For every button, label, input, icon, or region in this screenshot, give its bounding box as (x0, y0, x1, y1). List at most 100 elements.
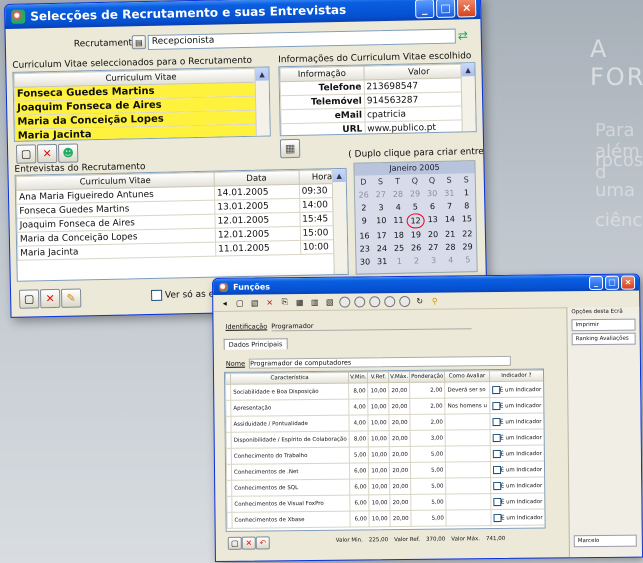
vertical-scrollbar[interactable]: ▲ (331, 168, 348, 275)
calendar-day[interactable]: 27 (425, 241, 442, 254)
characteristics-grid[interactable]: Característica V.Min. V.Ref. V.Máx. Pond… (223, 368, 546, 532)
edit-icon[interactable]: ✎ (60, 288, 82, 308)
maximize-button[interactable]: □ (604, 275, 620, 290)
calendar-day[interactable]: 18 (390, 229, 407, 242)
indicator-checkbox[interactable] (492, 433, 501, 442)
calendar-day[interactable]: 2 (408, 254, 425, 267)
calendar-day[interactable]: 16 (356, 229, 373, 242)
delete-icon[interactable]: ✕ (241, 536, 256, 550)
delete-icon[interactable]: ✕ (36, 143, 58, 164)
vertical-scrollbar[interactable]: ▲ (460, 63, 476, 132)
indicator-checkbox[interactable] (492, 417, 501, 426)
calendar-day[interactable]: 6 (424, 200, 441, 213)
recruitment-field[interactable]: Recepcionista (147, 28, 456, 50)
user-button[interactable]: Marcelo (573, 534, 637, 548)
calendar-day[interactable]: 19 (407, 228, 424, 241)
indicator-checkbox[interactable] (491, 401, 500, 410)
calendar-day[interactable]: 4 (442, 254, 459, 267)
vertical-scrollbar[interactable]: ▲ (254, 67, 270, 136)
calendar-day[interactable]: 30 (423, 187, 440, 200)
table-row[interactable]: URL www.publico.pt (281, 119, 476, 137)
column-header[interactable]: Indicador ? (489, 370, 544, 382)
indicator-checkbox[interactable] (492, 449, 501, 458)
indicator-checkbox[interactable] (491, 385, 500, 394)
calendar[interactable]: Janeiro 2005 DSTQQSS 26 27 28 29 30 31 1 2 3 4 5 6 7… (353, 160, 478, 275)
calendar-day[interactable]: 11 (390, 214, 407, 227)
calendar-day[interactable]: 24 (373, 242, 390, 255)
calendar-day[interactable]: 12 (406, 213, 425, 229)
calendar-day[interactable]: 10 (373, 214, 390, 227)
calendar-day[interactable]: 21 (441, 228, 458, 241)
scroll-up-icon[interactable]: ▲ (332, 168, 346, 183)
indicator-checkbox[interactable] (492, 497, 501, 506)
calendar-day[interactable]: 8 (458, 199, 475, 212)
calendar-day[interactable]: 7 (441, 200, 458, 213)
previous-record-icon[interactable] (354, 295, 366, 308)
calendar-day[interactable]: 1 (458, 186, 475, 199)
interviews-grid[interactable]: Curriculum Vitae Data Hora Ana Maria Fig… (14, 167, 349, 282)
refresh-icon[interactable]: ⇄ (458, 28, 468, 42)
calendar-day[interactable]: 17 (373, 229, 390, 242)
close-button[interactable]: × (620, 275, 636, 290)
search-icon[interactable]: ⚲ (429, 295, 440, 306)
tab-dados-principais[interactable]: Dados Principais (223, 338, 288, 350)
calendar-day[interactable]: 2 (355, 201, 372, 214)
cv-grid[interactable]: Curriculum Vitae Fonseca Guedes Martins … (12, 66, 271, 142)
grid-icon[interactable]: ▦ (294, 297, 305, 308)
scroll-up-icon[interactable]: ▲ (255, 67, 269, 81)
delete-icon[interactable]: ✕ (264, 297, 275, 308)
calendar-day[interactable]: 29 (459, 240, 476, 253)
calendar-day[interactable]: 14 (441, 213, 458, 226)
calendar-day[interactable]: 29 (406, 187, 423, 200)
undo-icon[interactable]: ↶ (255, 536, 270, 550)
calendar-day[interactable]: 26 (355, 188, 372, 201)
scroll-up-icon[interactable]: ▲ (461, 63, 475, 77)
minimize-button[interactable]: _ (414, 0, 435, 18)
new-icon[interactable]: ▢ (15, 144, 37, 164)
calendar-day[interactable]: 23 (356, 242, 373, 255)
calendar-day[interactable]: 28 (442, 241, 459, 254)
report-icon[interactable]: ▧ (324, 296, 335, 307)
title-bar[interactable]: Selecções de Recrutamento e suas Entrevi… (5, 0, 481, 29)
calendar-day[interactable]: 20 (424, 228, 441, 241)
info-grid[interactable]: Informação Valor Telefone 213698547 Telemó… (278, 62, 477, 137)
close-button[interactable]: × (456, 0, 477, 18)
indicator-checkbox[interactable] (492, 481, 501, 490)
next-record-icon[interactable] (369, 295, 381, 307)
calendar-day[interactable]: 30 (356, 255, 373, 268)
only-between-checkbox[interactable] (151, 289, 163, 301)
calendar-day[interactable]: 5 (459, 253, 476, 266)
table-row[interactable]: Conhecimentos de Xbase 6,00 10,00 20,00 5,00… (226, 509, 546, 529)
calendar-day[interactable]: 9 (355, 214, 372, 227)
indicator-checkbox[interactable] (493, 513, 502, 522)
calendar-day[interactable]: 3 (425, 254, 442, 267)
copy-icon[interactable]: ⎘ (279, 297, 290, 308)
column-header[interactable]: V.Máx. (388, 371, 410, 383)
calendar-day[interactable]: 26 (407, 241, 424, 254)
maximize-button[interactable]: □ (435, 0, 456, 18)
refresh-icon[interactable]: ↻ (414, 295, 425, 306)
calendar-day[interactable]: 13 (424, 213, 441, 226)
calendar-day[interactable]: 27 (372, 188, 389, 201)
calendar-day[interactable]: 5 (407, 200, 424, 213)
identificacao-field[interactable]: Programador (271, 320, 472, 332)
calendar-day[interactable]: 25 (390, 242, 407, 255)
new-icon[interactable]: ▢ (227, 536, 242, 550)
calendar-day[interactable]: 1 (391, 255, 408, 268)
nome-field[interactable]: Programador de computadores (249, 355, 512, 369)
record-icon[interactable] (399, 295, 411, 307)
delete-icon[interactable]: ✕ (39, 288, 61, 309)
first-icon[interactable]: ◂ (219, 297, 230, 308)
calendar-icon[interactable]: ▦ (279, 138, 301, 159)
calendar-day[interactable]: 22 (459, 227, 476, 240)
column-header[interactable]: Ponderação (409, 371, 445, 383)
column-header[interactable]: Como Avaliar (444, 370, 490, 383)
calendar-day[interactable]: 31 (373, 255, 390, 268)
new-icon[interactable]: ▢ (18, 289, 40, 309)
calendar-day[interactable]: 3 (372, 201, 389, 214)
calendar-day[interactable]: 28 (389, 188, 406, 201)
first-record-icon[interactable] (339, 296, 351, 308)
new-icon[interactable]: ▢ (234, 297, 245, 308)
chart-icon[interactable]: ▥ (309, 296, 320, 307)
calendar-day[interactable]: 31 (441, 187, 458, 200)
